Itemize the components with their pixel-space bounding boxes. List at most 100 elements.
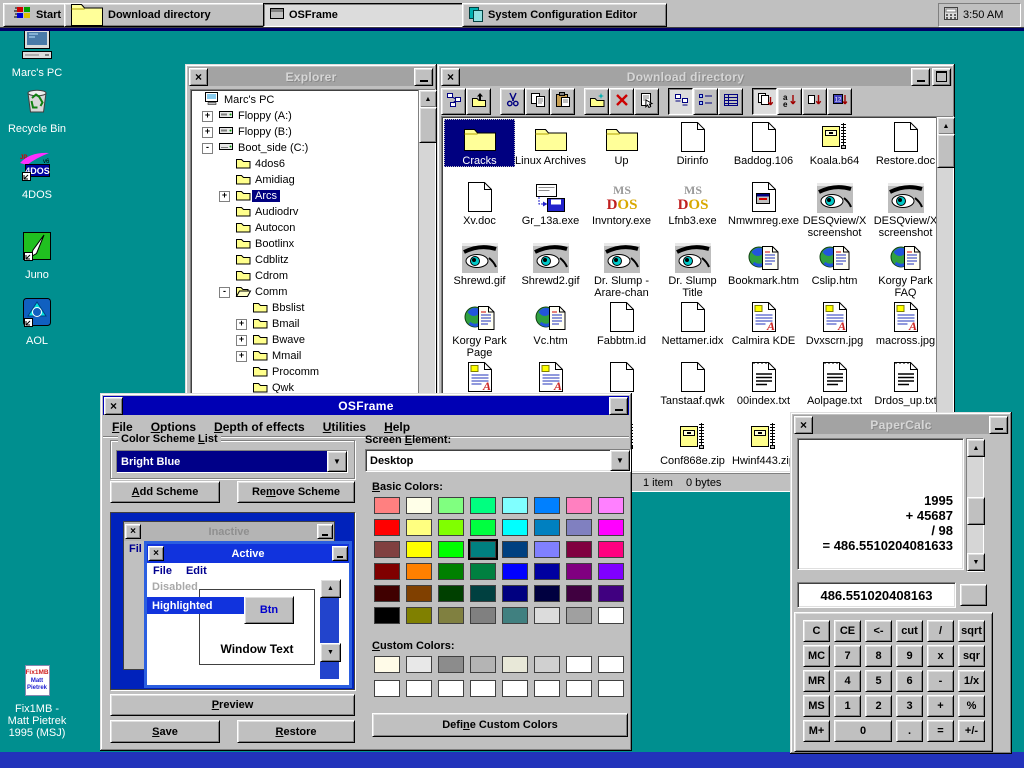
basic-color-swatch[interactable] [534, 519, 560, 536]
file-item-conf868e-zip[interactable]: Conf868e.zip [657, 419, 728, 467]
file-item-drdos-up-txt[interactable]: Drdos_up.txt [870, 359, 938, 407]
calc-button-2[interactable]: 2 [865, 695, 892, 717]
restore-button[interactable]: Restore [237, 720, 355, 743]
chevron-down-icon[interactable]: ▼ [610, 450, 630, 471]
expand-plus-icon[interactable]: + [202, 127, 213, 138]
calc-button-0[interactable]: 0 [834, 720, 892, 742]
paste-button[interactable] [550, 88, 575, 115]
basic-color-swatch[interactable] [406, 563, 432, 580]
calc-button--[interactable]: + [927, 695, 954, 717]
basic-color-swatch[interactable] [566, 497, 592, 514]
file-item-gr-13a-exe[interactable]: Gr_13a.exe [515, 179, 586, 227]
calc-button--[interactable]: <- [865, 620, 892, 642]
basic-color-swatch[interactable] [470, 541, 496, 558]
menu-file[interactable]: File [103, 420, 142, 434]
basic-color-swatch[interactable] [374, 497, 400, 514]
menu-utilities[interactable]: Utilities [314, 420, 375, 434]
basic-color-swatch[interactable] [598, 497, 624, 514]
explorer-folder-tree[interactable]: Marc's PC+Floppy (A:)+Floppy (B:)-Boot_s… [190, 89, 420, 398]
calc-button-mr[interactable]: MR [803, 670, 830, 692]
close-icon[interactable]: × [441, 68, 460, 86]
file-item-bookmark-htm[interactable]: Bookmark.htm [728, 239, 799, 287]
basic-color-swatch[interactable] [374, 519, 400, 536]
calc-button-mc[interactable]: MC [803, 645, 830, 667]
calc-button-ms[interactable]: MS [803, 695, 830, 717]
scrollbar-thumb[interactable] [419, 107, 437, 143]
file-item-dirinfo[interactable]: Dirinfo [657, 119, 728, 167]
custom-color-swatch[interactable] [406, 656, 432, 673]
custom-color-swatch[interactable] [566, 680, 592, 697]
file-item-koala-b64[interactable]: Koala.b64 [799, 119, 870, 167]
expand-plus-icon[interactable]: + [236, 351, 247, 362]
custom-color-swatch[interactable] [502, 680, 528, 697]
close-icon[interactable]: × [189, 68, 208, 86]
custom-color-swatch[interactable] [598, 680, 624, 697]
file-item-tanstaaf-qwk[interactable]: Tanstaaf.qwk [657, 359, 728, 407]
tree-item-floppy-a-[interactable]: +Floppy (A:) [191, 108, 419, 124]
tree-item-procomm[interactable]: Procomm [191, 364, 419, 380]
basic-color-swatch[interactable] [438, 563, 464, 580]
desktop-icon-marc-s-pc[interactable]: Marc's PC [5, 28, 69, 79]
custom-color-swatch[interactable] [438, 656, 464, 673]
collapse-minus-icon[interactable]: - [219, 287, 230, 298]
basic-color-swatch[interactable] [470, 563, 496, 580]
scroll-down-icon[interactable]: ▼ [967, 553, 985, 571]
custom-color-swatch[interactable] [470, 656, 496, 673]
calc-button-x[interactable]: x [927, 645, 954, 667]
basic-color-swatch[interactable] [502, 541, 528, 558]
basic-color-swatch[interactable] [406, 497, 432, 514]
tree-item-bmail[interactable]: +Bmail [191, 316, 419, 332]
explorer-scrollbar[interactable]: ▲ [418, 89, 436, 396]
basic-color-swatch[interactable] [470, 519, 496, 536]
scroll-up-icon[interactable]: ▲ [419, 90, 437, 108]
task-button-osframe[interactable]: OSFrame [263, 3, 468, 27]
custom-color-swatch[interactable] [534, 656, 560, 673]
minimize-icon[interactable] [414, 68, 433, 86]
file-item-cslip-htm[interactable]: Cslip.htm [799, 239, 870, 287]
cut-button[interactable] [500, 88, 525, 115]
close-icon[interactable]: × [794, 416, 813, 434]
file-item-korgy-park-faq[interactable]: Korgy Park FAQ [870, 239, 938, 299]
basic-color-swatch[interactable] [598, 585, 624, 602]
basic-color-swatch[interactable] [438, 585, 464, 602]
basic-color-swatch[interactable] [598, 607, 624, 624]
calc-button-1-x[interactable]: 1/x [958, 670, 985, 692]
file-item-up[interactable]: Up [586, 119, 657, 167]
custom-color-swatch[interactable] [566, 656, 592, 673]
link-button[interactable] [441, 88, 466, 115]
file-item-fabbtm-id[interactable]: Fabbtm.id [586, 299, 657, 347]
custom-color-swatch[interactable] [502, 656, 528, 673]
desktop-icon-4dos[interactable]: JPv64DOS4DOS [5, 150, 69, 201]
file-item-dvxscrn-jpg[interactable]: ADvxscrn.jpg [799, 299, 870, 347]
osframe-titlebar[interactable]: × OSFrame [103, 396, 629, 415]
custom-color-swatch[interactable] [598, 656, 624, 673]
basic-color-swatch[interactable] [374, 541, 400, 558]
add-scheme-button[interactable]: Add Scheme [110, 481, 220, 503]
basic-color-swatch[interactable] [470, 585, 496, 602]
sort-date-button[interactable]: 12 [827, 88, 852, 115]
minimize-icon[interactable] [989, 416, 1008, 434]
task-button-system-configuration-editor[interactable]: System Configuration Editor [462, 3, 667, 27]
file-item-lfnb3-exe[interactable]: MSDOSLfnb3.exe [657, 179, 728, 227]
sort-name-button[interactable] [752, 88, 777, 115]
calc-button-decimal[interactable]: . [896, 720, 923, 742]
basic-color-swatch[interactable] [470, 607, 496, 624]
scrollbar-thumb[interactable] [937, 134, 955, 168]
basic-color-swatch[interactable] [566, 563, 592, 580]
basic-color-swatch[interactable] [566, 519, 592, 536]
tree-item-4dos6[interactable]: 4dos6 [191, 156, 419, 172]
save-button[interactable]: Save [110, 720, 220, 743]
basic-color-swatch[interactable] [374, 585, 400, 602]
basic-color-swatch[interactable] [438, 541, 464, 558]
preview-button[interactable]: Preview [110, 694, 355, 716]
basic-color-swatch[interactable] [534, 541, 560, 558]
custom-color-swatch[interactable] [406, 680, 432, 697]
file-item-xv-doc[interactable]: Xv.doc [444, 179, 515, 227]
new-folder-button[interactable] [584, 88, 609, 115]
calc-button-5[interactable]: 5 [865, 670, 892, 692]
file-item-aolpage-txt[interactable]: Aolpage.txt [799, 359, 870, 407]
color-scheme-dropdown[interactable]: Bright Blue ▼ [116, 450, 348, 473]
menu-options[interactable]: Options [142, 420, 205, 434]
basic-color-swatch[interactable] [598, 563, 624, 580]
scroll-up-icon[interactable]: ▲ [967, 439, 985, 457]
